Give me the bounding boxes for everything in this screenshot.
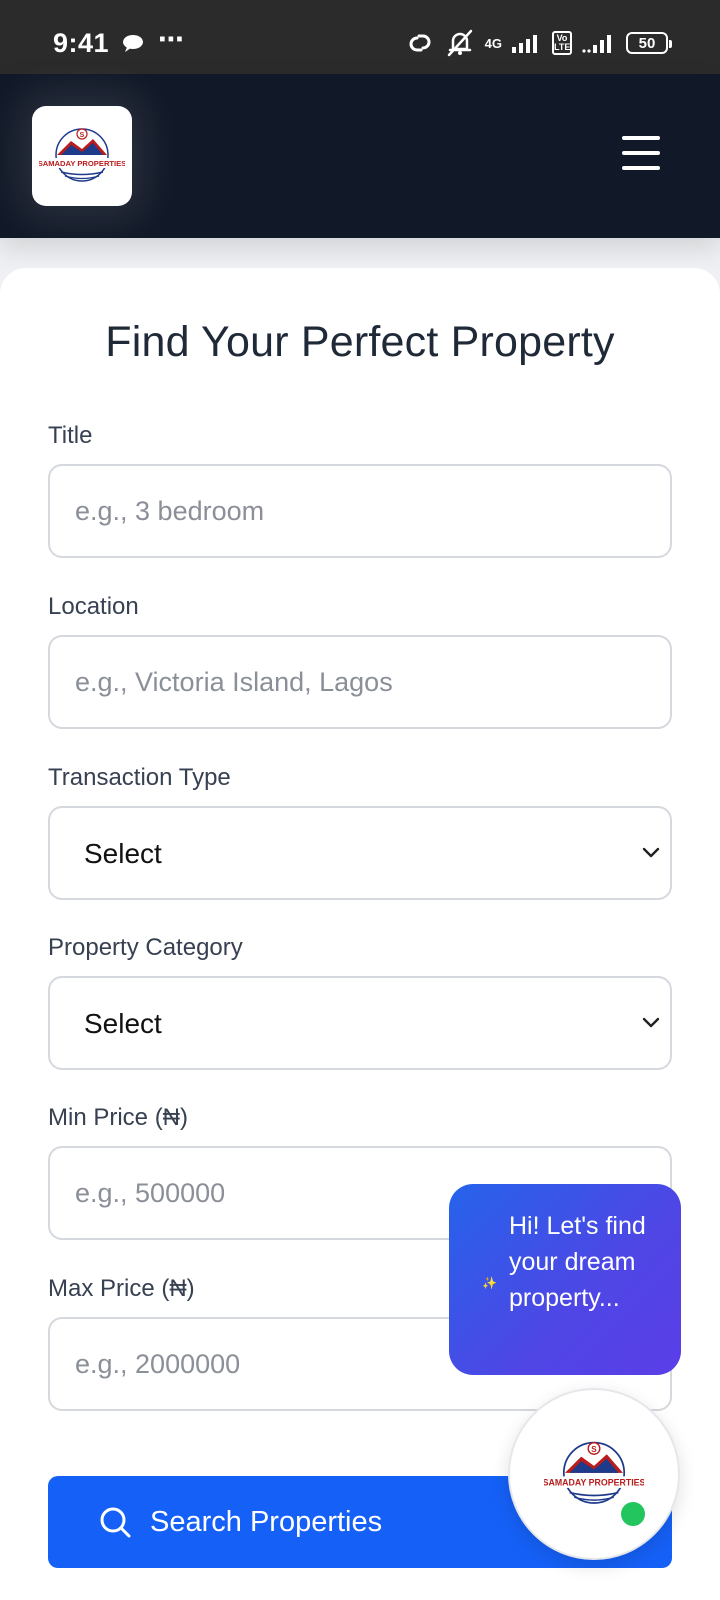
chevron-down-icon (642, 847, 660, 858)
logo-text: SAMADAY PROPERTIES (39, 159, 125, 168)
fab-logo-text: SAMADAY PROPERTIES (544, 1478, 644, 1488)
location-input[interactable] (50, 637, 670, 727)
transaction-type-value: Select (84, 838, 162, 869)
bell-off-icon (447, 29, 472, 57)
app-header: S SAMADAY PROPERTIES (0, 74, 720, 238)
location-label: Location (48, 593, 139, 620)
property-category-label: Property Category (48, 934, 243, 961)
property-category-select[interactable]: Select (48, 976, 672, 1070)
samaday-logo-icon: S SAMADAY PROPERTIES (39, 128, 125, 182)
title-input-wrapper (48, 464, 672, 558)
status-icons: 4G Vo LTE 50 (405, 28, 672, 58)
location-input-wrapper (48, 635, 672, 729)
battery-level: 50 (638, 34, 656, 52)
more-notifications-icon: ⋯ (158, 24, 185, 54)
signal-icon (512, 35, 537, 53)
status-bar: 9:41 ⋯ 4G Vo LTE 50 (0, 0, 720, 74)
status-time: 9:41 (53, 28, 110, 58)
chat-greeting-text: Hi! Let's find your dream property... (509, 1212, 646, 1312)
chat-assistant-button[interactable]: S SAMADAY PROPERTIES (508, 1388, 680, 1560)
title-input[interactable] (50, 466, 670, 556)
online-status-indicator (621, 1502, 645, 1526)
link-icon (409, 34, 431, 52)
property-category-value: Select (84, 1008, 162, 1039)
volte-label: Vo LTE (552, 31, 572, 55)
sparkle-icon: ✨ (482, 1276, 497, 1290)
search-icon (100, 1507, 131, 1538)
network-type-label: 4G (484, 35, 502, 51)
signal-2-icon (582, 35, 611, 53)
svg-text:S: S (80, 132, 85, 139)
page-title: Find Your Perfect Property (105, 318, 615, 366)
search-button-label: Search Properties (150, 1505, 383, 1538)
min-price-label: Min Price (₦) (48, 1104, 189, 1131)
svg-text:S: S (591, 1445, 597, 1454)
transaction-type-select[interactable]: Select (48, 806, 672, 900)
transaction-type-label: Transaction Type (48, 764, 231, 791)
chat-greeting-bubble[interactable]: ✨ Hi! Let's find your dream property... (449, 1184, 681, 1375)
logo[interactable]: S SAMADAY PROPERTIES (32, 106, 132, 206)
hamburger-menu-icon[interactable] (622, 136, 660, 170)
title-label: Title (48, 422, 93, 449)
max-price-label: Max Price (₦) (48, 1275, 195, 1302)
chevron-down-icon (642, 1017, 660, 1028)
samaday-logo-icon: S SAMADAY PROPERTIES (544, 1441, 644, 1504)
battery-icon: 50 (626, 32, 672, 54)
chat-notification-icon (123, 35, 143, 52)
